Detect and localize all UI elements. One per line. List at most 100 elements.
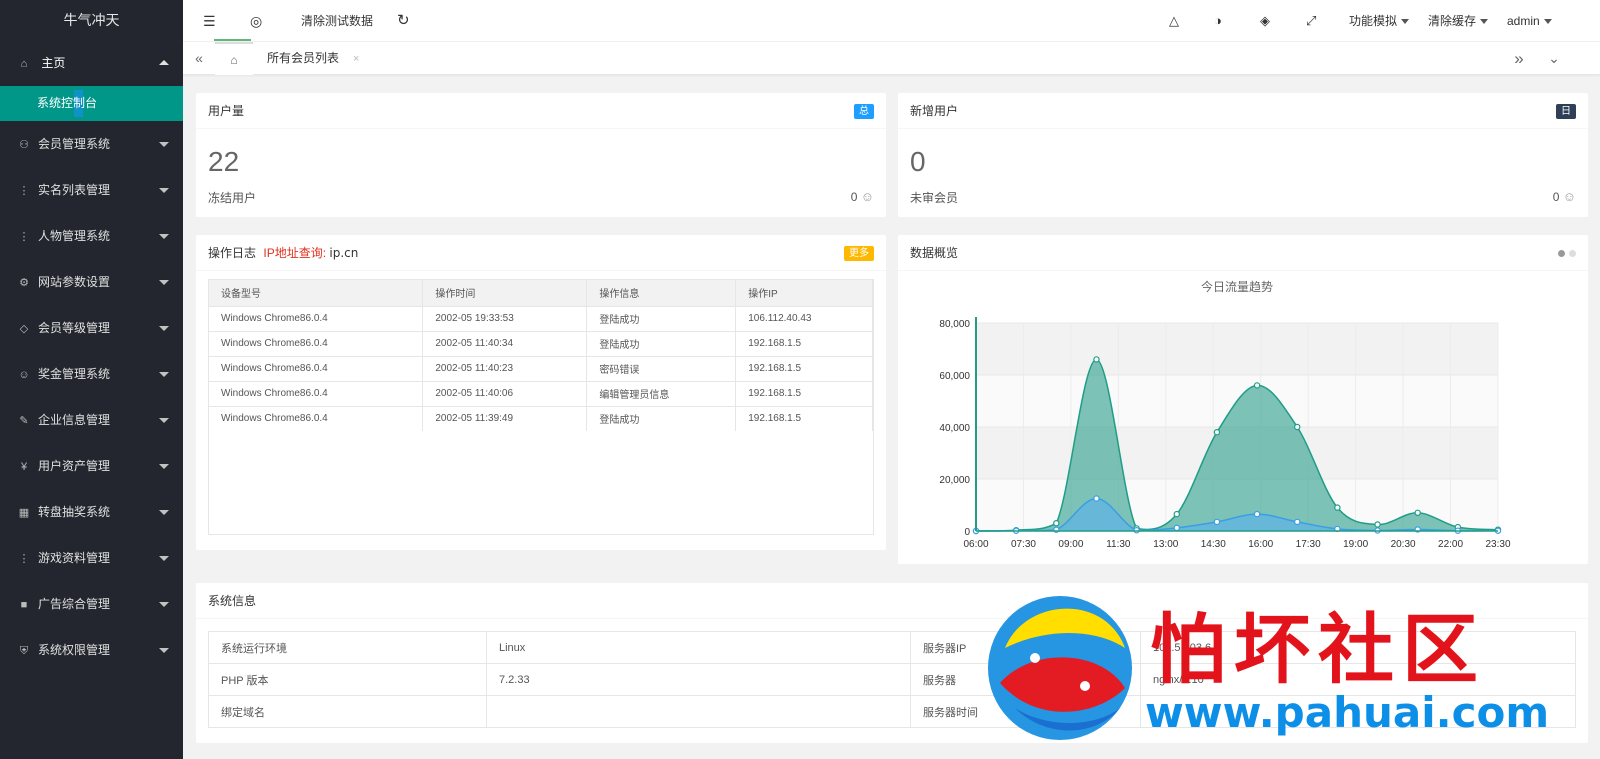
chevron-up-icon (159, 60, 169, 65)
sidebar-item-6[interactable]: ✎ 企业信息管理 (0, 397, 183, 443)
users-icon: ⚇ (19, 139, 29, 151)
new-users-card: 新增用户 日 0 未审会员 0 ☺ (898, 93, 1588, 217)
tab-next-icon[interactable]: » (1503, 42, 1535, 75)
sidebar-item-label: 系统权限管理 (38, 643, 111, 657)
operation-log-card: 操作日志 IP地址查询: ip.cn 更多 设备型号 操作时间 操作信息 操作IP W… (196, 235, 886, 550)
sidebar-item-label: 转盘抽奖系统 (38, 505, 111, 519)
more-badge[interactable]: 更多 (844, 246, 874, 261)
sidebar-item-label: 实名列表管理 (38, 183, 111, 197)
sidebar-item-1[interactable]: ⋮ 实名列表管理 (0, 167, 183, 213)
column-header: 设备型号 (209, 280, 424, 306)
sidebar-item-5[interactable]: ☺ 奖金管理系统 (0, 351, 183, 397)
data-point (1213, 428, 1221, 436)
tab-bar: « ⌂ 所有会员列表 × » ⌄ (183, 42, 1600, 75)
chevron-down-icon (159, 464, 169, 469)
close-icon[interactable]: × (353, 53, 359, 65)
apps-icon: ▦ (18, 507, 30, 519)
diamond-icon: ◇ (19, 323, 29, 335)
edit-icon: ✎ (19, 415, 29, 427)
traffic-chart: 今日流量趋势 0 20,000 40,000 60,000 80,000 06:00 07:3… (939, 279, 1511, 550)
refresh-icon[interactable]: ↻ (397, 0, 410, 42)
tab-member-list[interactable]: 所有会员列表 × (257, 42, 369, 75)
table-cell: 2002-05 11:40:34 (422, 330, 588, 356)
data-point (1133, 527, 1140, 534)
table-cell: 登陆成功 (586, 405, 737, 431)
x-tick-label: 07:30 (1011, 539, 1036, 550)
data-point (1093, 356, 1100, 363)
smile-icon: ☺ (18, 369, 30, 381)
tab-more-icon[interactable]: ⌄ (1538, 42, 1570, 75)
username: admin (1507, 14, 1540, 28)
rmb-icon: ¥ (20, 461, 28, 473)
y-tick-label: 80,000 (939, 319, 970, 330)
user-count-card: 用户量 总 22 冻结用户 0 ☺ (196, 93, 886, 217)
sidebar-item-0[interactable]: ⚇ 会员管理系统 (0, 121, 183, 167)
ip-query-link[interactable]: IP地址查询: (263, 246, 326, 260)
sidebar-item-11[interactable]: ⛨ 系统权限管理 (0, 627, 183, 673)
x-tick-label: 11:30 (1106, 539, 1131, 550)
column-header: 操作信息 (586, 280, 737, 306)
tab-label: 所有会员列表 (267, 51, 340, 65)
table-cell: Windows Chrome86.0.4 (209, 355, 424, 381)
x-tick-label: 13:00 (1153, 539, 1178, 550)
chevron-down-icon (159, 234, 169, 239)
table-cell: Windows Chrome86.0.4 (209, 305, 424, 331)
sidebar-item-label: 网站参数设置 (38, 275, 111, 289)
new-users-value: 0 (910, 146, 926, 177)
table-cell: 192.168.1.5 (735, 355, 873, 381)
total-badge: 总 (854, 104, 874, 119)
data-point (1294, 423, 1301, 431)
caret-down-icon (1401, 19, 1410, 25)
theme-icon[interactable]: ◑ (1214, 0, 1222, 42)
sidebar-item-4[interactable]: ◇ 会员等级管理 (0, 305, 183, 351)
card-title-text: 用户量 (208, 104, 245, 118)
watermark-url: www.pahuai.com (1145, 688, 1550, 737)
table-row: Windows Chrome86.0.4 2002-05 11:40:06 编辑管理… (209, 380, 873, 406)
sidebar-subitem-console[interactable]: 系统控制台 (0, 86, 183, 121)
clear-test-data-button[interactable]: 清除测试数据 (301, 0, 373, 42)
sidebar-item-7[interactable]: ¥ 用户资产管理 (0, 443, 183, 489)
sidebar-item-label: 广告综合管理 (38, 597, 111, 611)
card-title: 数据概览 (898, 235, 1588, 271)
info-label: PHP 版本 (208, 663, 487, 696)
globe-icon[interactable]: ◎ (250, 0, 262, 42)
sidebar-item-2[interactable]: ⋮ 人物管理系统 (0, 213, 183, 259)
sidebar-item-3[interactable]: ⚙ 网站参数设置 (0, 259, 183, 305)
sidebar-item-10[interactable]: ■ 广告综合管理 (0, 581, 183, 627)
user-icon: ☺ (860, 189, 874, 204)
tab-home[interactable]: ⌂ (215, 42, 253, 75)
card-title-text: 数据概览 (910, 246, 959, 260)
data-point (1334, 504, 1341, 511)
sidebar-item-8[interactable]: ▦ 转盘抽奖系统 (0, 489, 183, 535)
data-point (1093, 495, 1100, 502)
carousel-dot-active[interactable] (1558, 250, 1565, 257)
table-row: Windows Chrome86.0.4 2002-05 11:40:23 密码错误… (209, 355, 873, 381)
data-point (1213, 518, 1221, 526)
carousel-dot[interactable] (1569, 250, 1576, 257)
tab-prev-icon[interactable]: « (183, 42, 215, 75)
tag-icon[interactable]: ◈ (1260, 0, 1270, 42)
y-tick-label: 60,000 (939, 371, 970, 382)
data-point (1253, 382, 1261, 389)
info-value (486, 695, 911, 728)
sidebar-item-home[interactable]: ⌂ 主页 (0, 40, 183, 86)
x-tick-label: 14:30 (1201, 539, 1226, 550)
caret-down-icon (1480, 19, 1489, 25)
fullscreen-icon[interactable]: ⤢ (1306, 0, 1316, 42)
sidebar-item-label: 人物管理系统 (38, 229, 111, 243)
function-simulate-dropdown[interactable]: 功能模拟 (1349, 0, 1410, 42)
caret-down-icon (1543, 19, 1552, 25)
chevron-down-icon (159, 556, 169, 561)
bell-icon[interactable]: △ (1169, 0, 1179, 42)
menu-toggle-icon[interactable]: ☰ (203, 0, 216, 42)
clear-cache-dropdown[interactable]: 清除缓存 (1428, 0, 1489, 42)
user-menu[interactable]: admin (1507, 0, 1552, 42)
sidebar-item-9[interactable]: ⋮ 游戏资料管理 (0, 535, 183, 581)
pending-members-row: 未审会员 0 ☺ (898, 183, 1588, 212)
data-point (1053, 519, 1060, 527)
home-icon: ⌂ (230, 53, 238, 67)
column-header: 操作时间 (422, 280, 588, 306)
daily-badge: 日 (1556, 104, 1576, 119)
data-point (1374, 521, 1381, 528)
y-tick-label: 40,000 (939, 423, 970, 434)
